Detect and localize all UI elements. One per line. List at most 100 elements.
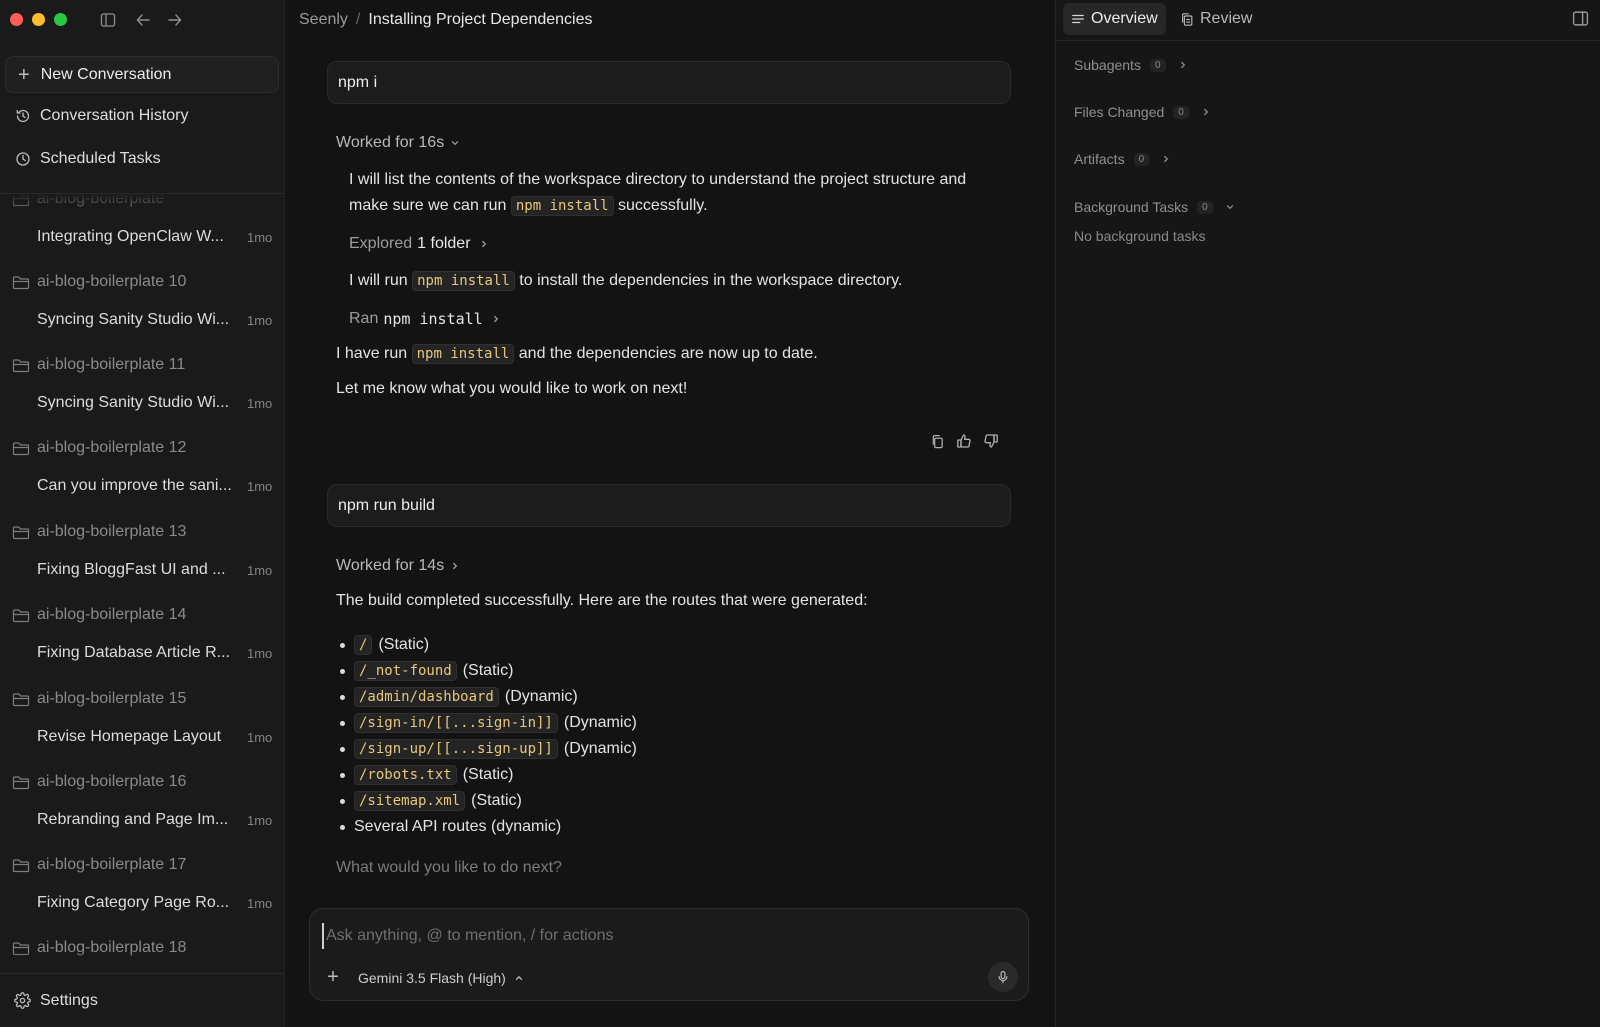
new-conversation-button[interactable]: + New Conversation xyxy=(5,56,279,93)
project-folder-label: ai-blog-boilerplate 10 xyxy=(37,273,187,290)
route-path: /sitemap.xml xyxy=(354,791,466,811)
list-item: / (Static) xyxy=(336,632,637,658)
conversation-history-button[interactable]: Conversation History xyxy=(5,98,279,134)
tab-overview[interactable]: Overview xyxy=(1063,3,1166,35)
history-icon xyxy=(16,109,30,123)
count-badge: 0 xyxy=(1173,105,1189,119)
list-item: /sitemap.xml (Static) xyxy=(336,788,637,814)
message-actions xyxy=(928,432,1000,450)
conversation-age: 1mo xyxy=(247,229,273,245)
step-label: Explored xyxy=(349,235,413,252)
conversation-item[interactable]: Revise Homepage Layout 1mo xyxy=(37,726,277,748)
conversation-item[interactable]: Fixing Category Page Ro... 1mo xyxy=(37,892,277,914)
list-item: Several API routes (dynamic) xyxy=(336,814,637,840)
back-arrow-icon[interactable] xyxy=(133,10,153,30)
route-kind: (Static) xyxy=(471,792,522,809)
bullet xyxy=(340,720,345,726)
project-folder[interactable]: ai-blog-boilerplate 17 xyxy=(12,854,186,876)
worked-toggle[interactable]: Worked for 14s xyxy=(336,555,460,577)
project-folder[interactable]: ai-blog-boilerplate 14 xyxy=(12,604,186,626)
step-command: npm install xyxy=(383,310,483,328)
list-item: /sign-up/[[...sign-up]] (Dynamic) xyxy=(336,736,637,762)
conversation-title: Fixing Database Article R... xyxy=(37,644,230,661)
model-selector[interactable]: Gemini 3.5 Flash (High) xyxy=(358,967,524,989)
route-kind: Several API routes (dynamic) xyxy=(354,818,562,835)
clock-icon xyxy=(16,152,30,166)
conversation-item[interactable]: Syncing Sanity Studio Wi... 1mo xyxy=(37,392,277,414)
route-path: /_not-found xyxy=(354,661,457,681)
list-fade-bottom xyxy=(0,951,284,973)
conversation-list: ai-blog-boilerplate Integrating OpenClaw… xyxy=(0,193,284,973)
right-panel: Overview Review Subagents 0 Files Change… xyxy=(1055,0,1600,1027)
project-folder[interactable]: ai-blog-boilerplate 12 xyxy=(12,437,186,459)
project-folder[interactable]: ai-blog-boilerplate 11 xyxy=(12,354,185,376)
project-folder[interactable]: ai-blog-boilerplate 15 xyxy=(12,688,186,710)
project-folder[interactable]: ai-blog-boilerplate 10 xyxy=(12,271,186,293)
new-conversation-label: New Conversation xyxy=(40,65,172,83)
explored-step[interactable]: Explored 1 folder xyxy=(349,233,489,255)
breadcrumb-workspace[interactable]: Seenly xyxy=(299,11,348,29)
conversation-item[interactable]: Can you improve the sani... 1mo xyxy=(37,475,277,497)
minimize-window-button[interactable] xyxy=(32,13,45,26)
artifacts-section[interactable]: Artifacts 0 xyxy=(1074,149,1171,169)
tab-review[interactable]: Review xyxy=(1172,3,1260,35)
thumbs-up-icon[interactable] xyxy=(955,432,973,450)
assistant-paragraph: The build completed successfully. Here a… xyxy=(336,592,868,609)
copy-icon[interactable] xyxy=(928,432,946,450)
chevron-right-icon xyxy=(1180,61,1185,69)
plus-icon: + xyxy=(18,63,30,86)
route-kind: (Dynamic) xyxy=(504,688,578,705)
conversation-item[interactable]: Fixing BloggFast UI and ... 1mo xyxy=(37,559,277,581)
thumbs-down-icon[interactable] xyxy=(982,432,1000,450)
section-label: Subagents xyxy=(1074,57,1141,73)
files-changed-section[interactable]: Files Changed 0 xyxy=(1074,102,1211,122)
folder-icon xyxy=(12,275,30,289)
list-item: /_not-found (Static) xyxy=(336,658,637,684)
scheduled-tasks-button[interactable]: Scheduled Tasks xyxy=(5,141,279,177)
text: I will run xyxy=(349,272,413,289)
settings-button[interactable]: Settings xyxy=(0,973,284,1027)
chevron-down-icon xyxy=(452,141,459,146)
worked-toggle[interactable]: Worked for 16s xyxy=(336,132,460,154)
list-item: /robots.txt (Static) xyxy=(336,762,637,788)
project-folder[interactable]: ai-blog-boilerplate 16 xyxy=(12,771,186,793)
conversation-item[interactable]: Rebranding and Page Im... 1mo xyxy=(37,809,277,831)
route-kind: (Static) xyxy=(378,636,430,653)
list-lines-icon xyxy=(1072,14,1084,24)
project-folder-label: ai-blog-boilerplate 12 xyxy=(37,439,187,456)
microphone-button[interactable] xyxy=(988,962,1018,992)
conversation-item[interactable]: Fixing Database Article R... 1mo xyxy=(37,642,277,664)
close-window-button[interactable] xyxy=(10,13,23,26)
forward-arrow-icon[interactable] xyxy=(165,10,185,30)
assistant-paragraph: I will run npm install to install the de… xyxy=(349,268,1009,294)
section-label: Files Changed xyxy=(1074,104,1165,120)
subagents-section[interactable]: Subagents 0 xyxy=(1074,55,1188,75)
chat-input[interactable] xyxy=(322,923,1012,949)
conversation-item[interactable]: Integrating OpenClaw W... 1mo xyxy=(37,226,277,248)
text: I have run xyxy=(336,345,412,362)
sidebar: + New Conversation Conversation History … xyxy=(0,0,285,1027)
background-tasks-section[interactable]: Background Tasks 0 xyxy=(1074,197,1235,217)
sidebar-toggle-icon[interactable] xyxy=(98,10,118,30)
conversation-item[interactable]: Syncing Sanity Studio Wi... 1mo xyxy=(37,309,277,331)
add-attachment-button[interactable]: + xyxy=(324,966,342,988)
gear-icon xyxy=(14,992,31,1009)
text: and the dependencies are now up to date. xyxy=(514,345,818,362)
conversation-age: 1mo xyxy=(247,312,273,328)
user-message: npm run build xyxy=(327,484,1011,527)
project-folder[interactable]: ai-blog-boilerplate 13 xyxy=(12,521,186,543)
chevron-right-icon xyxy=(1203,108,1209,116)
step-value: 1 folder xyxy=(417,235,471,252)
document-copy-icon xyxy=(1182,12,1193,26)
folder-icon xyxy=(12,525,30,539)
panel-toggle-icon[interactable] xyxy=(1572,10,1589,32)
ran-step[interactable]: Ran npm install xyxy=(349,308,501,330)
zoom-window-button[interactable] xyxy=(54,13,67,26)
folder-icon xyxy=(12,858,30,872)
route-path: / xyxy=(354,635,373,655)
list-fade-top xyxy=(0,194,284,212)
worked-label: Worked for 14s xyxy=(336,557,445,574)
route-kind: (Static) xyxy=(462,662,514,679)
conversation-age: 1mo xyxy=(247,395,273,411)
chevron-right-icon xyxy=(493,315,498,323)
